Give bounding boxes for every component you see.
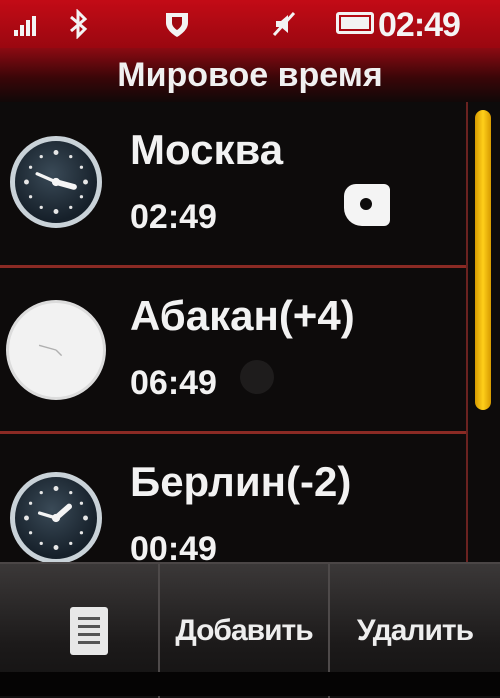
city-time: 06:49 [130,364,217,402]
shield-icon [162,9,192,39]
city-time: 00:49 [130,530,217,564]
scroll-thumb[interactable] [475,110,491,410]
list-item-moscow[interactable]: Москва 02:49 [0,102,466,268]
indicator-dot [240,360,274,394]
battery-icon [336,12,374,34]
home-city-icon [344,184,390,226]
city-name: Берлин(-2) [130,458,352,505]
volume-icon [270,9,300,39]
status-time: 02:49 [378,6,461,44]
menu-icon [70,607,108,655]
list-item-berlin[interactable]: Берлин(-2) 00:49 [0,434,466,564]
city-name: Москва [130,126,284,173]
bluetooth-icon [66,8,92,40]
analog-clock-icon [10,472,102,564]
list-item-abakan[interactable]: Абакан(+4) 06:49 [0,268,466,434]
analog-clock-icon [10,136,102,228]
city-time: 02:49 [130,198,217,236]
bottom-strip [0,672,500,696]
city-list: Москва 02:49 Абакан(+4) 06:49 Берлин(-2)… [0,102,466,564]
status-bar: 02:49 [0,0,500,48]
city-name: Абакан(+4) [130,292,355,339]
analog-clock-icon [6,300,106,400]
scrollbar[interactable] [466,102,500,564]
signal-icon [14,16,36,36]
page-title: Мировое время [117,56,383,94]
